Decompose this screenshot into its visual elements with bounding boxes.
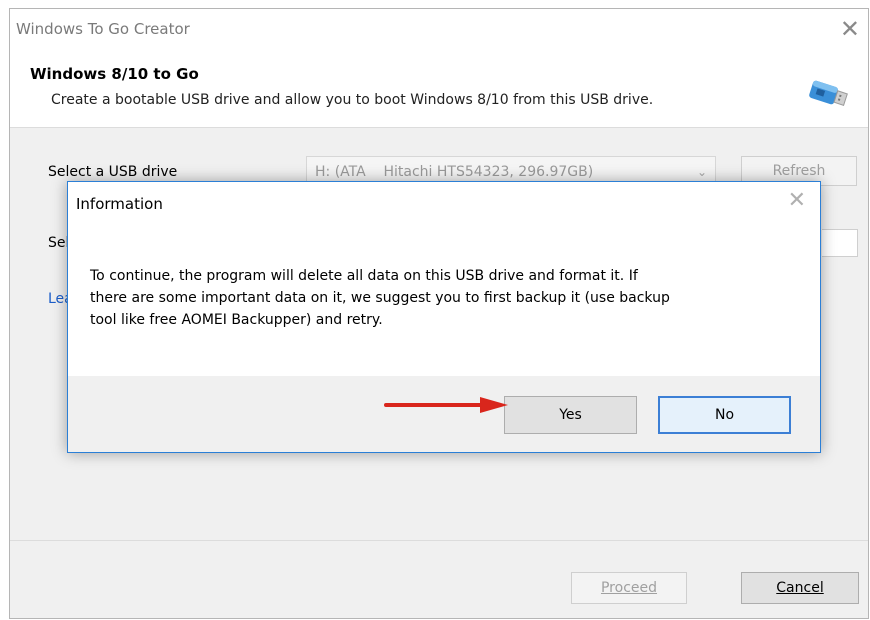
dialog-message: To continue, the program will delete all… xyxy=(90,265,790,331)
dialog-title: Information xyxy=(76,195,163,213)
dialog-close-icon[interactable]: ✕ xyxy=(788,188,806,213)
usb-drive-value: H: (ATA Hitachi HTS54323, 296.97GB) xyxy=(315,164,594,180)
window-title: Windows To Go Creator xyxy=(16,20,190,38)
file-path-field[interactable] xyxy=(822,229,858,257)
window-close-icon[interactable]: ✕ xyxy=(840,13,860,45)
cancel-label: Cancel xyxy=(776,580,824,596)
title-bar: Windows To Go Creator ✕ xyxy=(10,9,868,51)
footer-divider xyxy=(10,540,868,541)
usb-drive-label: Select a USB drive xyxy=(48,164,178,180)
header-title: Windows 8/10 to Go xyxy=(30,65,199,83)
proceed-button[interactable]: Proceed xyxy=(571,572,687,604)
dialog-message-line-3: tool like free AOMEI Backupper) and retr… xyxy=(90,312,383,328)
dialog-message-line-1: To continue, the program will delete all… xyxy=(90,268,638,284)
header-description: Create a bootable USB drive and allow yo… xyxy=(51,92,654,108)
usb-drive-icon xyxy=(809,80,848,106)
no-button[interactable]: No xyxy=(658,396,791,434)
cancel-button[interactable]: Cancel xyxy=(741,572,859,604)
yes-button[interactable]: Yes xyxy=(504,396,637,434)
red-arrow-annotation xyxy=(384,397,508,413)
proceed-label: Proceed xyxy=(600,580,658,596)
header-banner: Windows 8/10 to Go Create a bootable USB… xyxy=(10,51,868,128)
dialog-message-line-2: there are some important data on it, we … xyxy=(90,290,670,306)
information-dialog: Information ✕ To continue, the program w… xyxy=(67,181,821,453)
